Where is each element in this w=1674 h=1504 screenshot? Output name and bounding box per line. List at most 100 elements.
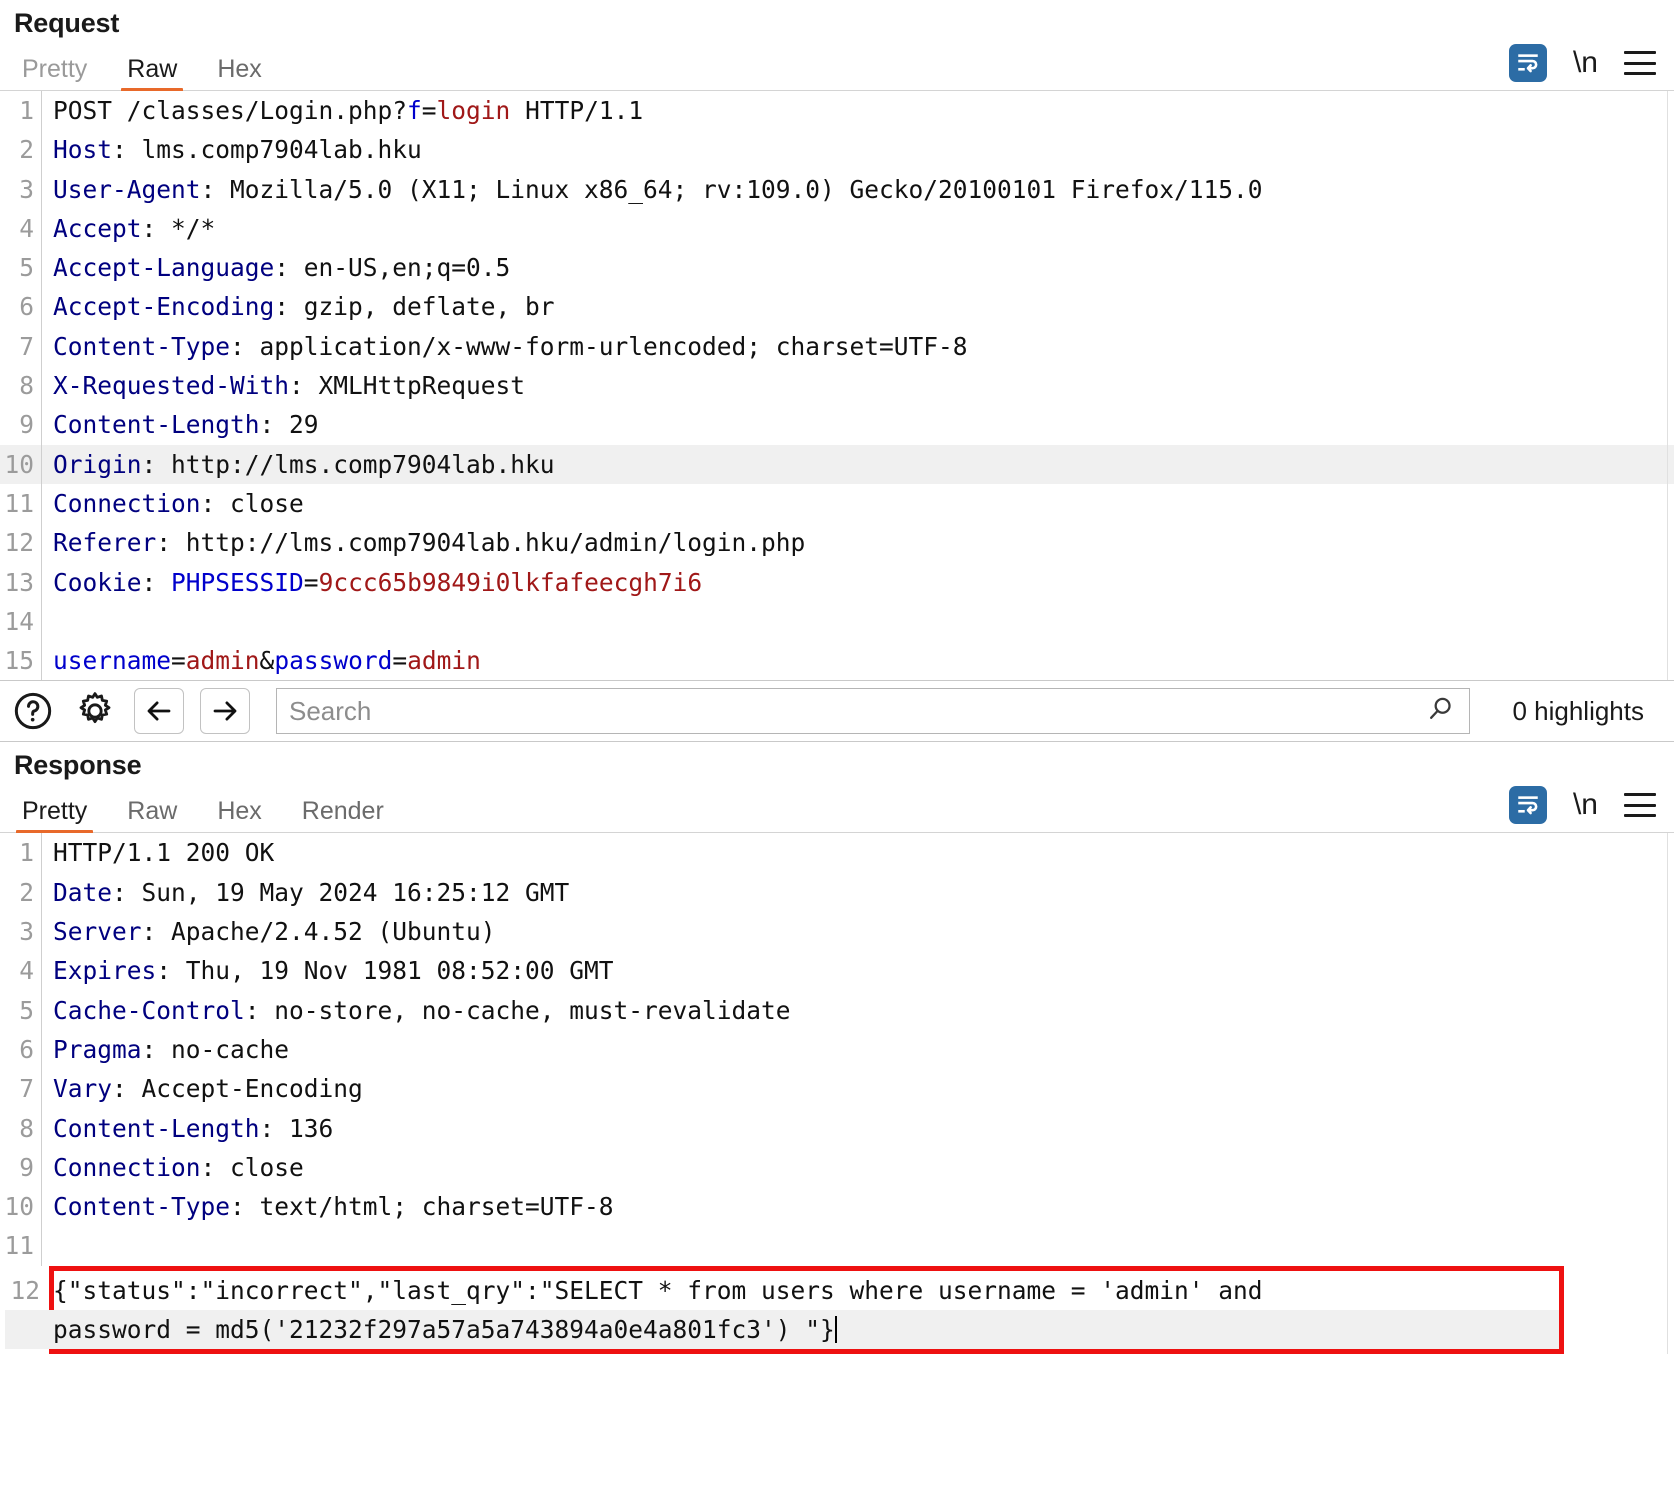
word-wrap-icon[interactable]: [1508, 786, 1547, 825]
highlights-count: 0 highlights: [1512, 695, 1644, 726]
request-line: 15 username=admin&password=admin: [0, 641, 1674, 681]
request-line-text: [42, 602, 1674, 641]
magnifier-icon[interactable]: [1425, 693, 1457, 730]
gear-icon[interactable]: [72, 688, 118, 734]
line-number: 2: [0, 130, 42, 170]
line-number: 4: [0, 951, 42, 991]
line-number: 10: [0, 444, 42, 484]
tab-request-hex[interactable]: Hex: [197, 57, 281, 92]
response-line: 10 Content-Type: text/html; charset=UTF-8: [0, 1187, 1674, 1227]
response-line-text: Date: Sun, 19 May 2024 16:25:12 GMT: [53, 877, 570, 907]
text-caret: [834, 1316, 837, 1344]
search-input-wrapper[interactable]: Search: [276, 688, 1471, 735]
response-body-line-1: 12 {"status":"incorrect","last_qry":"SEL…: [5, 1271, 1559, 1310]
response-line-text: HTTP/1.1 200 OK: [53, 838, 275, 868]
line-number: 11: [0, 483, 42, 524]
request-line-text: Origin: http://lms.comp7904lab.hku: [53, 449, 555, 479]
line-number: 5: [0, 248, 42, 288]
response-line: 6 Pragma: no-cache: [0, 1029, 1674, 1070]
request-line-text: Connection: close: [53, 488, 304, 518]
help-circle-icon[interactable]: [10, 688, 56, 734]
request-line: 8 X-Requested-With: XMLHttpRequest: [0, 366, 1674, 406]
line-number: 5: [0, 990, 42, 1030]
request-tabstrip: Pretty Raw Hex \n: [0, 44, 1674, 92]
response-line: 3 Server: Apache/2.4.52 (Ubuntu): [0, 912, 1674, 952]
word-wrap-icon[interactable]: [1508, 44, 1547, 82]
response-title: Response: [14, 750, 142, 781]
request-scrollbar[interactable]: [1667, 91, 1674, 681]
request-line-text: username=admin&password=admin: [53, 646, 481, 676]
request-line: 14: [0, 601, 1674, 642]
response-line-text: Pragma: no-cache: [53, 1034, 290, 1064]
response-scrollbar[interactable]: [1667, 833, 1674, 1355]
request-line: 4 Accept: */*: [0, 208, 1674, 249]
response-body-segment-1: {"status":"incorrect","last_qry":"SELECT…: [53, 1275, 1278, 1305]
line-number: 13: [0, 562, 42, 602]
request-line-text: Accept-Encoding: gzip, deflate, br: [53, 292, 555, 322]
response-tabstrip: Pretty Raw Hex Render \n: [0, 786, 1674, 835]
response-line: 1 HTTP/1.1 200 OK: [0, 833, 1674, 873]
request-tools: \n: [1508, 44, 1674, 90]
line-number: 6: [0, 1029, 42, 1070]
request-line: 11 Connection: close: [0, 483, 1674, 524]
request-line-text: Cookie: PHPSESSID=9ccc65b9849i0lkfafeecg…: [53, 567, 703, 597]
request-line-text: Content-Type: application/x-www-form-url…: [53, 331, 968, 361]
request-line: 5 Accept-Language: en-US,en;q=0.5: [0, 248, 1674, 288]
response-line-text: Content-Type: text/html; charset=UTF-8: [53, 1192, 614, 1222]
request-line-text: Content-Length: 29: [53, 410, 319, 440]
line-number: 8: [0, 366, 42, 406]
request-line: 9 Content-Length: 29: [0, 405, 1674, 445]
request-line-text: Accept-Language: en-US,en;q=0.5: [53, 253, 511, 283]
newline-toggle[interactable]: \n: [1573, 790, 1598, 820]
response-line-text: Vary: Accept-Encoding: [53, 1074, 363, 1104]
request-line: 10 Origin: http://lms.comp7904lab.hku: [0, 444, 1674, 484]
request-line: 7 Content-Type: application/x-www-form-ur…: [0, 326, 1674, 367]
response-line-text: Content-Length: 136: [53, 1113, 334, 1143]
request-line: 12 Referer: http://lms.comp7904lab.hku/ad…: [0, 523, 1674, 563]
request-line-text: Referer: http://lms.comp7904lab.hku/admi…: [53, 528, 806, 558]
line-number: 14: [0, 601, 42, 642]
response-editor[interactable]: 1 HTTP/1.1 200 OK 2 Date: Sun, 19 May 2024 …: [0, 833, 1674, 1355]
tab-request-raw[interactable]: Raw: [107, 57, 197, 92]
search-forward-button[interactable]: [200, 688, 250, 735]
response-line: 11: [0, 1226, 1674, 1266]
response-line-text: Expires: Thu, 19 Nov 1981 08:52:00 GMT: [53, 956, 614, 986]
request-editor[interactable]: 1 POST /classes/Login.php?f=login HTTP/1.…: [0, 91, 1674, 681]
response-line-text: Server: Apache/2.4.52 (Ubuntu): [53, 917, 496, 947]
search-input[interactable]: Search: [289, 696, 1425, 727]
tab-request-pretty[interactable]: Pretty: [2, 57, 107, 92]
tab-response-render[interactable]: Render: [282, 799, 404, 834]
response-body-segment-2: password = md5('21232f297a57a5a743894a0e…: [53, 1315, 837, 1345]
line-number: 2: [0, 872, 42, 913]
response-body-annotation: 12 {"status":"incorrect","last_qry":"SEL…: [5, 1265, 1564, 1355]
hamburger-menu-icon[interactable]: [1624, 793, 1656, 818]
search-back-button[interactable]: [134, 688, 184, 735]
line-number: 3: [0, 169, 42, 209]
line-number: 12: [10, 1275, 40, 1305]
tab-response-raw[interactable]: Raw: [107, 799, 197, 834]
response-line: 7 Vary: Accept-Encoding: [0, 1069, 1674, 1109]
request-title: Request: [14, 8, 120, 38]
line-number: 1: [0, 833, 42, 873]
line-number: 6: [0, 287, 42, 327]
tab-response-hex[interactable]: Hex: [197, 799, 281, 834]
line-number: 3: [0, 912, 42, 952]
response-line: 8 Content-Length: 136: [0, 1108, 1674, 1148]
response-line-text: [42, 1226, 1674, 1265]
response-tools: \n: [1508, 786, 1674, 832]
newline-toggle[interactable]: \n: [1573, 48, 1598, 78]
request-line: 3 User-Agent: Mozilla/5.0 (X11; Linux x86…: [0, 169, 1674, 209]
tab-response-pretty[interactable]: Pretty: [2, 799, 107, 835]
line-number: 7: [0, 326, 42, 367]
line-number: 8: [0, 1108, 42, 1148]
line-number: 1: [0, 91, 42, 131]
line-number: 7: [0, 1069, 42, 1109]
request-line-text: X-Requested-With: XMLHttpRequest: [53, 371, 526, 401]
response-panel: Response Pretty Raw Hex Render \n 1 HTTP/…: [0, 742, 1674, 1355]
line-number: 4: [0, 208, 42, 249]
request-line-text: Host: lms.comp7904lab.hku: [53, 135, 422, 165]
line-number: 11: [0, 1226, 42, 1266]
response-line-text: Cache-Control: no-store, no-cache, must-…: [53, 995, 791, 1025]
hamburger-menu-icon[interactable]: [1624, 51, 1656, 75]
line-number: 9: [0, 405, 42, 445]
